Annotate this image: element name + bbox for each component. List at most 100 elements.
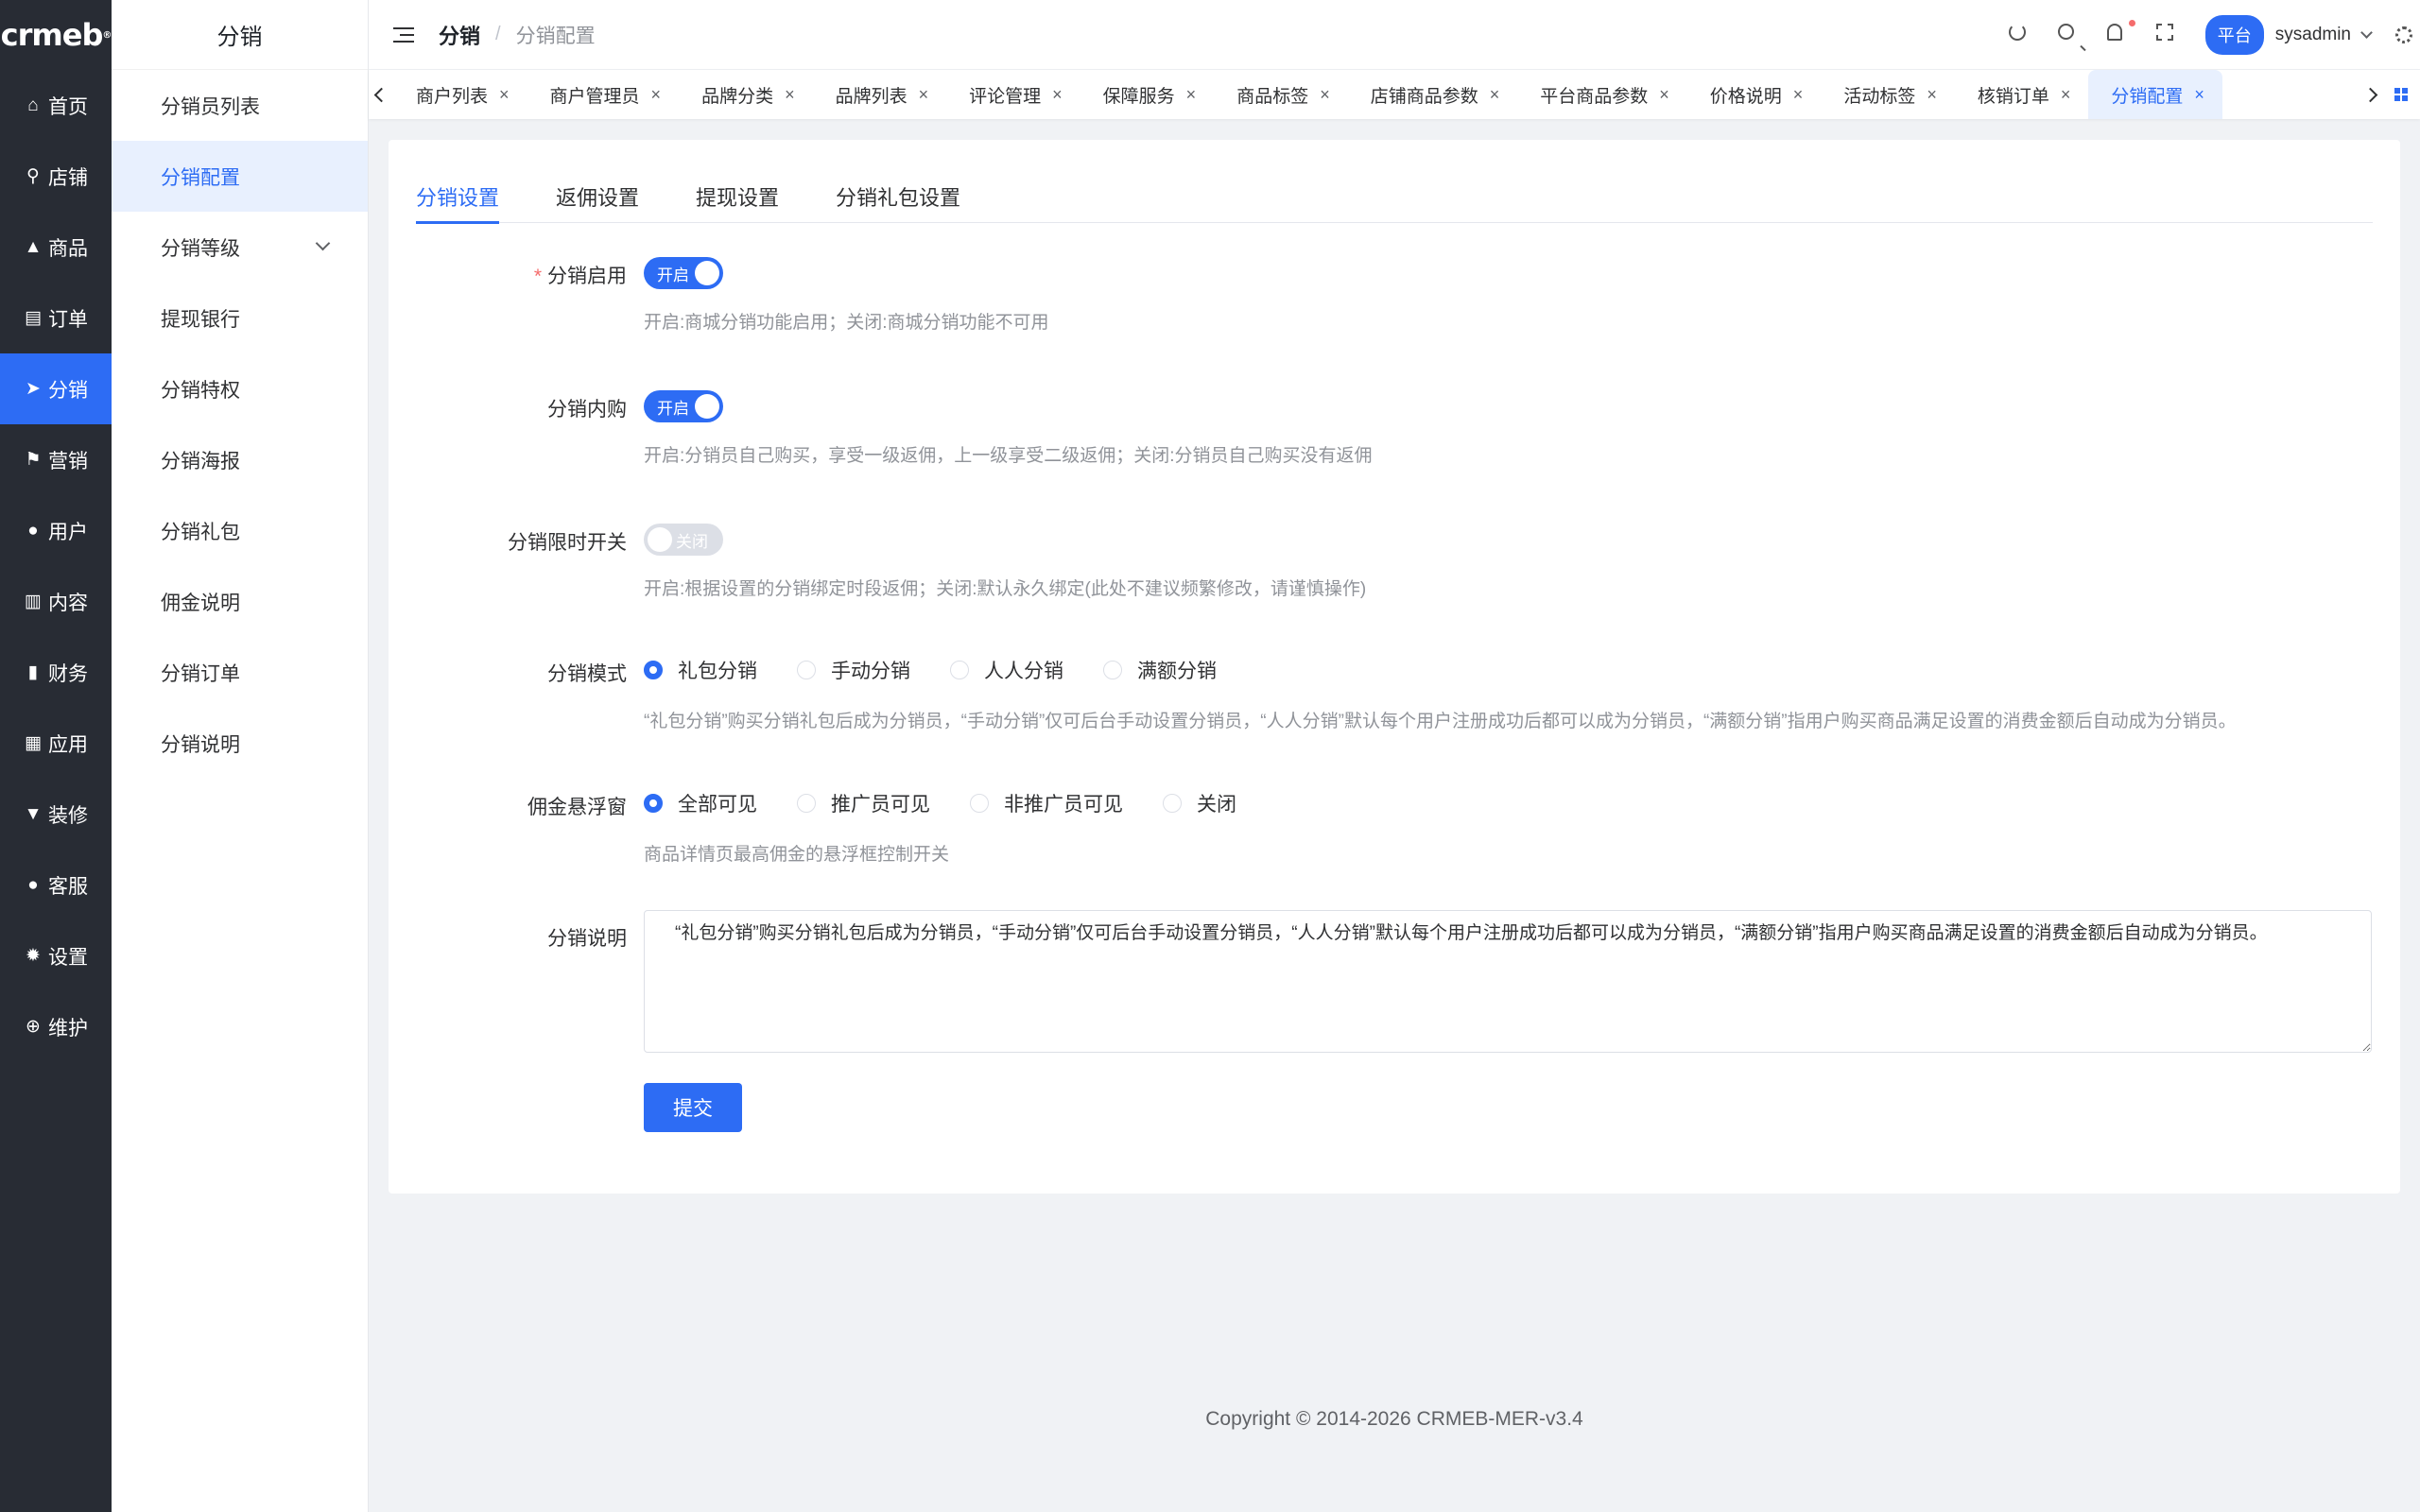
time-limit-switch[interactable]: 关闭 — [644, 524, 723, 556]
close-icon[interactable]: × — [1927, 85, 1937, 105]
self-buy-hint: 开启:分销员自己购买，享受一级返佣，上一级享受二级返佣；关闭:分销员自己购买没有… — [644, 446, 1373, 466]
rail-item-marketing[interactable]: ⚑ 营销 — [0, 424, 112, 495]
mode-radio-threshold[interactable]: 满额分销 — [1103, 656, 1217, 684]
rail-item-label: 商品 — [48, 237, 88, 260]
float-radio-off[interactable]: 关闭 — [1163, 789, 1236, 817]
sidebar-item-privileges[interactable]: 分销特权 — [112, 353, 368, 424]
sub-sidebar-title: 分销 — [112, 0, 368, 70]
rail-item-label: 维护 — [48, 1017, 88, 1040]
sidebar-item-distribution-orders[interactable]: 分销订单 — [112, 637, 368, 708]
submit-button[interactable]: 提交 — [644, 1083, 742, 1132]
bell-icon[interactable] — [2106, 24, 2130, 46]
sidebar-item-gift-pack[interactable]: 分销礼包 — [112, 495, 368, 566]
rail-item-label: 店铺 — [48, 166, 88, 189]
rail-item-products[interactable]: ▲ 商品 — [0, 212, 112, 283]
chevron-left-icon[interactable] — [369, 87, 393, 102]
rail-item-store[interactable]: ⚲ 店铺 — [0, 141, 112, 212]
sidebar-item-commission-desc[interactable]: 佣金说明 — [112, 566, 368, 637]
main-rail: crmeb ® ⌂ 首页 ⚲ 店铺 ▲ 商品 ▤ 订单 ➤ 分销 ⚑ 营销 ● 用户 ▥ 内容 ▮… — [0, 0, 112, 1512]
mode-radio-group: 礼包分销 手动分销 人人分销 满额分销 — [644, 656, 1256, 684]
page-tab-active[interactable]: 分销配置 × — [2088, 70, 2222, 119]
float-radio-promoter[interactable]: 推广员可见 — [797, 789, 930, 817]
sidebar-item-withdraw-bank[interactable]: 提现银行 — [112, 283, 368, 353]
rail-item-content[interactable]: ▥ 内容 — [0, 566, 112, 637]
close-icon[interactable]: × — [1052, 85, 1063, 105]
rail-item-home[interactable]: ⌂ 首页 — [0, 70, 112, 141]
sidebar-item-distribution-level[interactable]: 分销等级 — [112, 212, 368, 283]
close-icon[interactable]: × — [1659, 85, 1669, 105]
page-tab[interactable]: 核销订单 × — [1955, 70, 2089, 119]
mode-radio-gift[interactable]: 礼包分销 — [644, 656, 757, 684]
sidebar-item-poster[interactable]: 分销海报 — [112, 424, 368, 495]
page-tab[interactable]: 保障服务 × — [1080, 70, 1215, 119]
close-icon[interactable]: × — [2194, 85, 2204, 105]
close-icon[interactable]: × — [2061, 85, 2071, 105]
description-textarea[interactable]: “礼包分销”购买分销礼包后成为分销员，“手动分销”仅可后台手动设置分销员，“人人… — [644, 910, 2372, 1053]
close-icon[interactable]: × — [785, 85, 795, 105]
close-icon[interactable]: × — [919, 85, 929, 105]
rail-item-apps[interactable]: ▦ 应用 — [0, 708, 112, 779]
tab-gift-pack-settings[interactable]: 分销礼包设置 — [836, 174, 960, 223]
description-label: 分销说明 — [547, 928, 627, 950]
mode-radio-everyone[interactable]: 人人分销 — [950, 656, 1063, 684]
sidebar-item-distributor-list[interactable]: 分销员列表 — [112, 70, 368, 141]
user-menu[interactable]: sysadmin — [2275, 25, 2351, 45]
fullscreen-icon[interactable] — [2155, 24, 2179, 46]
time-limit-label: 分销限时开关 — [508, 532, 627, 554]
rail-item-maintenance[interactable]: ⊕ 维护 — [0, 991, 112, 1062]
flag-icon: ⚑ — [25, 450, 42, 470]
sidebar-item-distribution-config[interactable]: 分销配置 — [112, 141, 368, 212]
rail-item-settings[interactable]: ✹ 设置 — [0, 920, 112, 991]
chevron-down-icon[interactable] — [2360, 26, 2373, 39]
page-tab[interactable]: 评论管理 × — [946, 70, 1080, 119]
chevron-right-icon[interactable] — [2358, 87, 2382, 102]
close-icon[interactable]: × — [499, 85, 510, 105]
page-tab[interactable]: 商品标签 × — [1214, 70, 1348, 119]
close-icon[interactable]: × — [1793, 85, 1804, 105]
rail-item-users[interactable]: ● 用户 — [0, 495, 112, 566]
logo[interactable]: crmeb ® — [0, 0, 112, 70]
rail-item-finance[interactable]: ▮ 财务 — [0, 637, 112, 708]
page-tab[interactable]: 平台商品参数 × — [1517, 70, 1687, 119]
page-tab[interactable]: 店铺商品参数 × — [1348, 70, 1518, 119]
self-buy-label: 分销内购 — [547, 399, 627, 421]
close-icon[interactable]: × — [1490, 85, 1500, 105]
search-icon[interactable] — [2057, 24, 2081, 46]
tab-commission-settings[interactable]: 返佣设置 — [556, 174, 639, 223]
page-tab[interactable]: 品牌列表 × — [813, 70, 947, 119]
page-tab[interactable]: 品牌分类 × — [679, 70, 813, 119]
rail-item-service[interactable]: ● 客服 — [0, 850, 112, 920]
tab-distribution-settings[interactable]: 分销设置 — [416, 174, 500, 224]
self-buy-switch[interactable]: 开启 — [644, 390, 723, 422]
sidebar-item-distribution-desc[interactable]: 分销说明 — [112, 708, 368, 779]
float-radio-all[interactable]: 全部可见 — [644, 789, 757, 817]
book-icon: ▥ — [25, 592, 42, 611]
settings-gear-icon[interactable] — [2395, 26, 2412, 43]
plus-circle-icon: ⊕ — [26, 1017, 41, 1037]
tab-withdraw-settings[interactable]: 提现设置 — [696, 174, 779, 223]
page-tab[interactable]: 价格说明 × — [1687, 70, 1822, 119]
menu-toggle-icon[interactable] — [393, 26, 414, 43]
rail-item-label: 订单 — [48, 308, 88, 331]
gear-icon: ✹ — [26, 946, 41, 966]
grid-icon[interactable] — [2382, 88, 2420, 101]
page-tab[interactable]: 活动标签 × — [1821, 70, 1955, 119]
close-icon[interactable]: × — [1186, 85, 1197, 105]
rail-item-label: 客服 — [48, 875, 88, 898]
mode-radio-manual[interactable]: 手动分销 — [797, 656, 910, 684]
rail-item-label: 分销 — [48, 379, 88, 402]
close-icon[interactable]: × — [1320, 85, 1330, 105]
refresh-icon[interactable] — [2008, 24, 2031, 46]
page-tab[interactable]: 商户列表 × — [393, 70, 527, 119]
rail-item-orders[interactable]: ▤ 订单 — [0, 283, 112, 353]
rail-item-distribution[interactable]: ➤ 分销 — [0, 353, 112, 424]
rail-item-decoration[interactable]: ▼ 装修 — [0, 779, 112, 850]
page-tab[interactable]: 商户管理员 × — [527, 70, 680, 119]
close-icon[interactable]: × — [651, 85, 662, 105]
breadcrumb-separator: / — [495, 24, 501, 44]
service-icon: ● — [27, 874, 39, 895]
enable-switch[interactable]: 开启 — [644, 257, 723, 289]
float-radio-non-promoter[interactable]: 非推广员可见 — [970, 789, 1123, 817]
home-icon: ⌂ — [27, 94, 39, 115]
platform-badge[interactable]: 平台 — [2204, 15, 2264, 55]
